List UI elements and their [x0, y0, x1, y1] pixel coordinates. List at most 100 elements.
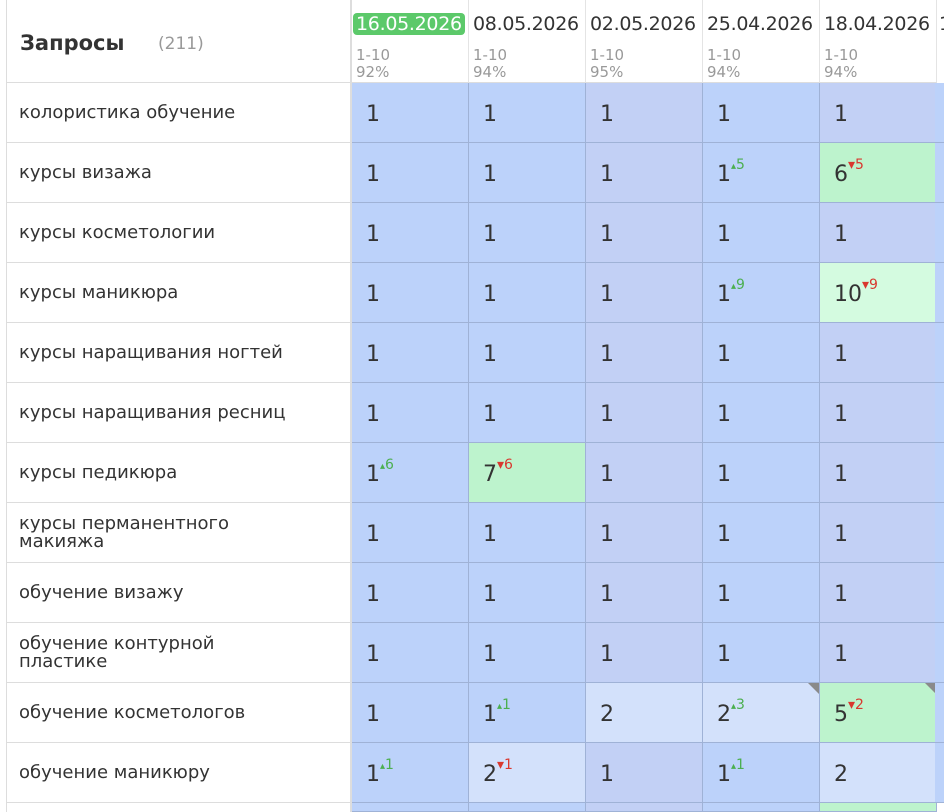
position-cell[interactable]: 1 ▴5	[703, 143, 820, 203]
position-cell[interactable]: 1	[586, 563, 703, 623]
position-cell[interactable]: 1	[820, 563, 937, 623]
position-cell[interactable]: 1	[820, 503, 937, 563]
position-cell[interactable]: 1	[469, 143, 586, 203]
query-row[interactable]: курсы наращивания ресниц	[6, 383, 350, 443]
query-row[interactable]: курсы маникюра	[6, 263, 350, 323]
position-cell[interactable]: 1	[469, 383, 586, 443]
position-cell[interactable]: 1	[586, 743, 703, 803]
position-cell[interactable]: 1	[703, 323, 820, 383]
position-cell[interactable]: 2 ▴3	[703, 683, 820, 743]
queries-title[interactable]: Запросы	[20, 31, 125, 55]
query-text[interactable]: курсы маникюра	[19, 283, 299, 302]
position-cell[interactable]: 1	[820, 443, 937, 503]
position-cell[interactable]: 2	[820, 743, 937, 803]
position-cell-partial[interactable]	[820, 803, 937, 812]
position-cell[interactable]: 1 ▴1	[703, 743, 820, 803]
query-row[interactable]: обучение косметологов	[6, 683, 350, 743]
query-row[interactable]: обучение визажу	[6, 563, 350, 623]
date-column-header[interactable]: 25.04.2026 1-10 94%	[703, 0, 820, 83]
position-cell[interactable]: 1	[586, 443, 703, 503]
query-row[interactable]: курсы наращивания ногтей	[6, 323, 350, 383]
position-cell[interactable]: 1 ▴6	[352, 443, 469, 503]
query-text[interactable]: курсы педикюра	[19, 463, 299, 482]
position-cell[interactable]: 2	[586, 683, 703, 743]
position-cell[interactable]: 1	[586, 623, 703, 683]
position-cell[interactable]: 1	[586, 323, 703, 383]
position-cell[interactable]: 5 ▾2	[820, 683, 937, 743]
query-text[interactable]: курсы косметологии	[19, 223, 299, 242]
position-cell[interactable]: 1	[469, 503, 586, 563]
position-cell[interactable]: 1	[352, 83, 469, 143]
position-cell[interactable]: 1	[352, 623, 469, 683]
position-cell[interactable]: 1	[586, 263, 703, 323]
query-text[interactable]: курсы наращивания ресниц	[19, 403, 299, 422]
position-cell[interactable]: 1	[469, 83, 586, 143]
position-cell[interactable]: 1	[352, 203, 469, 263]
position-cell[interactable]: 1	[586, 383, 703, 443]
date-label[interactable]: 16.05.2026	[353, 13, 465, 35]
query-text[interactable]: обучение визажу	[19, 583, 299, 602]
position-cell[interactable]: 1	[703, 443, 820, 503]
query-text[interactable]: колористика обучение	[19, 103, 299, 122]
position-cell[interactable]: 1 ▴9	[703, 263, 820, 323]
position-cell[interactable]: 1	[352, 683, 469, 743]
position-cell[interactable]: 1	[820, 623, 937, 683]
position-cell[interactable]: 1	[352, 383, 469, 443]
position-cell[interactable]: 1	[703, 383, 820, 443]
date-column-header[interactable]: 08.05.2026 1-10 94%	[469, 0, 586, 83]
query-text[interactable]: курсы перманентного макияжа	[19, 514, 299, 551]
position-cell[interactable]: 1	[820, 203, 937, 263]
query-text[interactable]: обучение маникюру	[19, 763, 299, 782]
position-cell[interactable]: 7 ▾6	[469, 443, 586, 503]
position-cell[interactable]: 1	[352, 563, 469, 623]
query-row[interactable]: курсы педикюра	[6, 443, 350, 503]
position-cell[interactable]: 1	[703, 563, 820, 623]
date-label[interactable]: 02.05.2026	[587, 13, 699, 35]
position-cell[interactable]: 6 ▾5	[820, 143, 937, 203]
position-cell[interactable]: 1	[703, 83, 820, 143]
date-column-header[interactable]: 02.05.2026 1-10 95%	[586, 0, 703, 83]
query-row[interactable]: курсы перманентного макияжа	[6, 503, 350, 563]
position-cell[interactable]: 1 ▴1	[469, 683, 586, 743]
position-cell[interactable]: 1	[352, 143, 469, 203]
query-row[interactable]: курсы косметологии	[6, 203, 350, 263]
position-cell[interactable]: 1	[469, 263, 586, 323]
position-cell[interactable]: 1	[820, 83, 937, 143]
query-text[interactable]: курсы наращивания ногтей	[19, 343, 299, 362]
position-cell[interactable]: 1	[820, 323, 937, 383]
position-cell[interactable]: 1	[586, 203, 703, 263]
queries-header[interactable]: Запросы (211)	[6, 0, 350, 83]
query-row[interactable]: колористика обучение	[6, 83, 350, 143]
query-text[interactable]: обучение косметологов	[19, 703, 299, 722]
position-cell[interactable]: 1	[469, 203, 586, 263]
position-cell-partial[interactable]	[586, 803, 703, 812]
note-corner-icon[interactable]	[808, 683, 819, 694]
position-cell[interactable]: 1	[352, 323, 469, 383]
position-cell[interactable]: 1	[352, 503, 469, 563]
position-cell[interactable]: 1	[820, 383, 937, 443]
query-row-partial[interactable]	[6, 803, 350, 812]
query-row[interactable]: курсы визажа	[6, 143, 350, 203]
query-text[interactable]: обучение контурной пластике	[19, 634, 299, 671]
position-cell[interactable]: 1	[352, 263, 469, 323]
position-cell[interactable]: 1	[703, 623, 820, 683]
position-cell[interactable]: 1	[586, 503, 703, 563]
position-cell-partial[interactable]	[703, 803, 820, 812]
position-cell[interactable]: 1 ▴1	[352, 743, 469, 803]
date-label[interactable]: 18.04.2026	[821, 13, 933, 35]
position-cell[interactable]: 1	[703, 503, 820, 563]
position-cell[interactable]: 1	[469, 323, 586, 383]
query-row[interactable]: обучение контурной пластике	[6, 623, 350, 683]
position-cell[interactable]: 10 ▾9	[820, 263, 937, 323]
position-cell[interactable]: 1	[469, 623, 586, 683]
query-text[interactable]: курсы визажа	[19, 163, 299, 182]
position-cell-partial[interactable]	[352, 803, 469, 812]
position-cell-partial[interactable]	[469, 803, 586, 812]
position-cell[interactable]: 2 ▾1	[469, 743, 586, 803]
date-label[interactable]: 25.04.2026	[704, 13, 816, 35]
query-row[interactable]: обучение маникюру	[6, 743, 350, 803]
date-column-header[interactable]: 18.04.2026 1-10 94%	[820, 0, 937, 83]
date-label[interactable]: 08.05.2026	[470, 13, 582, 35]
position-cell[interactable]: 1	[703, 203, 820, 263]
position-cell[interactable]: 1	[586, 83, 703, 143]
